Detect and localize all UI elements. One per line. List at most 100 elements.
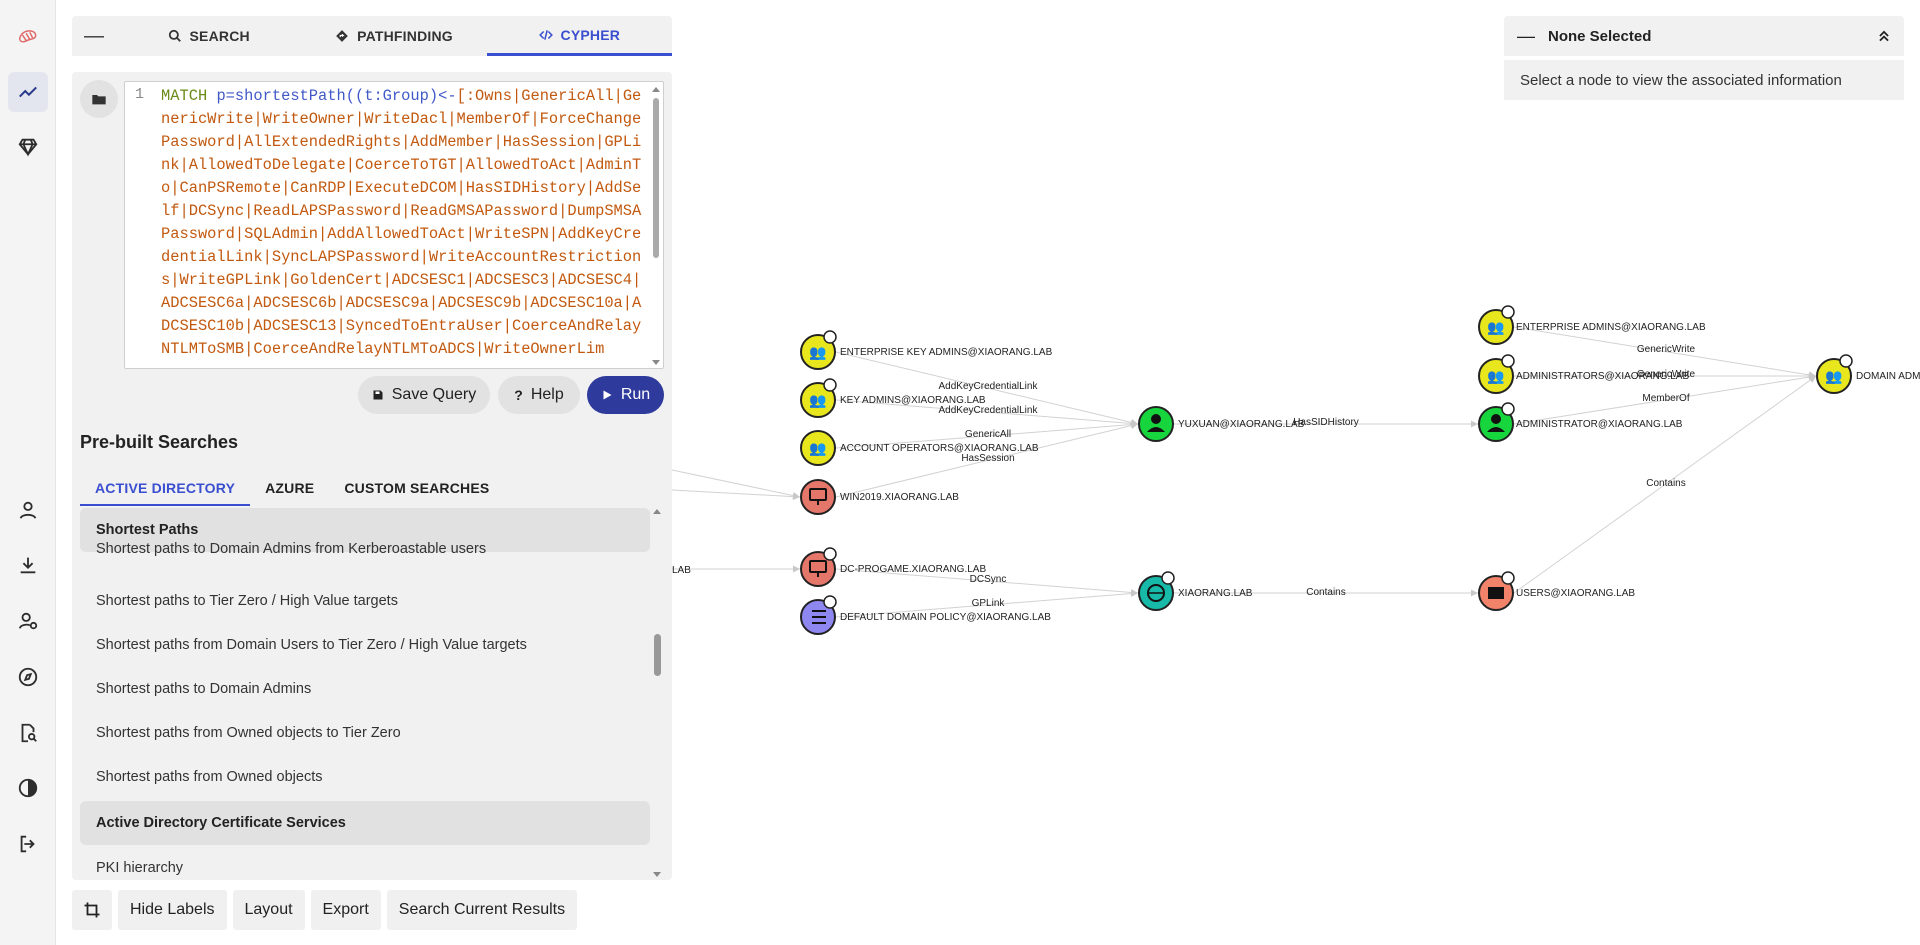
- left-rail: [0, 0, 56, 945]
- cypher-query-editor[interactable]: 1 MATCH p=shortestPath((t:Group)<-[:Owns…: [124, 81, 664, 369]
- help-icon: ?: [514, 387, 523, 403]
- run-button[interactable]: Run: [587, 376, 664, 414]
- search-current-results-button[interactable]: Search Current Results: [386, 890, 578, 930]
- explore-icon[interactable]: [8, 72, 48, 112]
- list-scrollbar[interactable]: [650, 508, 664, 878]
- list-item[interactable]: PKI hierarchy: [80, 846, 650, 878]
- tab-cypher-label: CYPHER: [560, 26, 621, 43]
- tab-search[interactable]: SEARCH: [116, 16, 301, 56]
- info-message: Select a node to view the associated inf…: [1504, 60, 1904, 100]
- edge-label: GenericAll: [965, 429, 1011, 440]
- search-icon: [168, 29, 181, 42]
- tab-azure[interactable]: AZURE: [250, 470, 329, 506]
- node-administrator[interactable]: ADMINISTRATOR@XIAORANG.LAB: [1478, 402, 1683, 442]
- group-icon: 👥: [809, 392, 826, 409]
- save-query-label: Save Query: [391, 386, 477, 403]
- node-default-domain-policy[interactable]: DEFAULT DOMAIN POLICY@XIAORANG.LAB: [800, 595, 1051, 635]
- logout-icon[interactable]: [8, 824, 48, 864]
- edge-label: AddKeyCredentialLink: [939, 381, 1039, 392]
- document-search-icon[interactable]: [8, 713, 48, 753]
- edge-label: DCSync: [970, 574, 1007, 585]
- node-label: DEFAULT DOMAIN POLICY@XIAORANG.LAB: [840, 612, 1051, 623]
- node-label: ENTERPRISE KEY ADMINS@XIAORANG.LAB: [840, 347, 1053, 358]
- query-keyword: MATCH: [161, 87, 208, 105]
- group-icon: 👥: [1825, 368, 1842, 385]
- node-yuxuan[interactable]: YUXUAN@XIAORANG.LAB: [1138, 406, 1305, 442]
- node-label: LAB: [672, 565, 691, 576]
- node-administrators[interactable]: 👥 ADMINISTRATORS@XIAORANG.LAB: [1478, 354, 1689, 394]
- node-win2019[interactable]: WIN2019.XIAORANG.LAB: [800, 479, 959, 515]
- code-icon: [538, 29, 553, 40]
- node-xiaorang-domain[interactable]: XIAORANG.LAB: [1138, 571, 1253, 611]
- editor-scrollbar[interactable]: [651, 86, 661, 366]
- expand-button[interactable]: [1864, 29, 1904, 43]
- layout-button[interactable]: Layout: [232, 890, 305, 930]
- download-icon[interactable]: [8, 545, 48, 585]
- group-icon: 👥: [809, 440, 826, 457]
- tab-pathfinding-label: PATHFINDING: [357, 28, 453, 44]
- gem-icon[interactable]: [8, 127, 48, 167]
- node-enterprise-key-admins[interactable]: 👥 ENTERPRISE KEY ADMINS@XIAORANG.LAB: [800, 330, 1053, 370]
- contrast-icon[interactable]: [8, 768, 48, 808]
- node-dc-progame[interactable]: DC-PROGAME.XIAORANG.LAB: [800, 547, 986, 587]
- group-icon: 👥: [1487, 368, 1504, 385]
- group-icon: 👥: [1487, 319, 1504, 336]
- node-label: ACCOUNT OPERATORS@XIAORANG.LAB: [840, 443, 1039, 454]
- info-header: — None Selected: [1504, 16, 1904, 56]
- node-label: USERS@XIAORANG.LAB: [1516, 588, 1635, 599]
- list-item[interactable]: Shortest paths from Domain Users to Tier…: [80, 623, 650, 667]
- group-icon: 👥: [809, 344, 826, 361]
- tab-cypher[interactable]: CYPHER: [486, 16, 672, 56]
- open-saved-queries-button[interactable]: [80, 80, 118, 118]
- crop-icon: [84, 902, 100, 918]
- edge-label: GenericWrite: [1637, 344, 1696, 355]
- save-query-button[interactable]: Save Query: [358, 376, 490, 414]
- node-label: DC-PROGAME.XIAORANG.LAB: [840, 564, 986, 575]
- edge-label: GPLink: [972, 598, 1006, 609]
- collapse-panel-button[interactable]: —: [1504, 26, 1548, 47]
- line-number: 1: [135, 86, 145, 103]
- node-users-container[interactable]: USERS@XIAORANG.LAB: [1478, 571, 1635, 611]
- run-label: Run: [620, 386, 651, 403]
- edge-label: HasSession: [961, 453, 1014, 464]
- search-tabs: — SEARCH PATHFINDING CYPHER: [72, 16, 672, 56]
- node-label: WIN2019.XIAORANG.LAB: [840, 492, 959, 503]
- edge-label: Contains: [1306, 587, 1345, 598]
- query-text[interactable]: MATCH p=shortestPath((t:Group)<-[:Owns|G…: [161, 85, 649, 361]
- prebuilt-tabs: ACTIVE DIRECTORY AZURE CUSTOM SEARCHES: [80, 470, 504, 506]
- list-item[interactable]: Shortest paths to Domain Admins: [80, 667, 650, 711]
- node-label: ADMINISTRATOR@XIAORANG.LAB: [1516, 419, 1683, 430]
- compass-icon[interactable]: [8, 657, 48, 697]
- edge-label: MemberOf: [1642, 393, 1689, 404]
- node-label: KEY ADMINS@XIAORANG.LAB: [840, 395, 986, 406]
- prebuilt-searches-title: Pre-built Searches: [80, 432, 239, 452]
- hide-labels-button[interactable]: Hide Labels: [118, 890, 227, 930]
- edge-label: AddKeyCredentialLink: [939, 405, 1039, 416]
- crop-button[interactable]: [72, 890, 112, 930]
- help-button[interactable]: ? Help: [498, 376, 580, 414]
- list-item[interactable]: Shortest paths from Owned objects to Tie…: [80, 711, 650, 755]
- route-icon: [336, 30, 348, 42]
- user-icon[interactable]: [8, 490, 48, 530]
- bloodhound-logo-icon[interactable]: [8, 16, 48, 56]
- list-item[interactable]: Shortest paths from Owned objects: [80, 755, 650, 799]
- list-item[interactable]: Shortest paths to Tier Zero / High Value…: [80, 579, 650, 623]
- node-label: ADMINISTRATORS@XIAORANG.LAB: [1516, 371, 1689, 382]
- node-label: ENTERPRISE ADMINS@XIAORANG.LAB: [1516, 322, 1706, 333]
- tab-pathfinding[interactable]: PATHFINDING: [301, 16, 486, 56]
- save-icon: [373, 390, 383, 400]
- user-icon: [1491, 414, 1501, 424]
- list-item[interactable]: Shortest paths to Domain Admins from Ker…: [80, 534, 650, 564]
- help-label: Help: [530, 386, 564, 403]
- prebuilt-search-list: Shortest Paths Shortest paths to Domain …: [80, 508, 650, 878]
- tab-active-directory[interactable]: ACTIVE DIRECTORY: [80, 470, 251, 506]
- node-domain-admins[interactable]: 👥 DOMAIN ADM: [1816, 354, 1920, 394]
- info-title: None Selected: [1548, 27, 1652, 45]
- tab-custom-searches[interactable]: CUSTOM SEARCHES: [329, 470, 504, 506]
- user-settings-icon[interactable]: [8, 601, 48, 641]
- node-enterprise-admins[interactable]: 👥 ENTERPRISE ADMINS@XIAORANG.LAB: [1478, 305, 1706, 345]
- play-icon: [603, 390, 612, 400]
- export-button[interactable]: Export: [310, 890, 381, 930]
- minimize-button[interactable]: —: [72, 16, 116, 56]
- tab-search-label: SEARCH: [189, 28, 250, 44]
